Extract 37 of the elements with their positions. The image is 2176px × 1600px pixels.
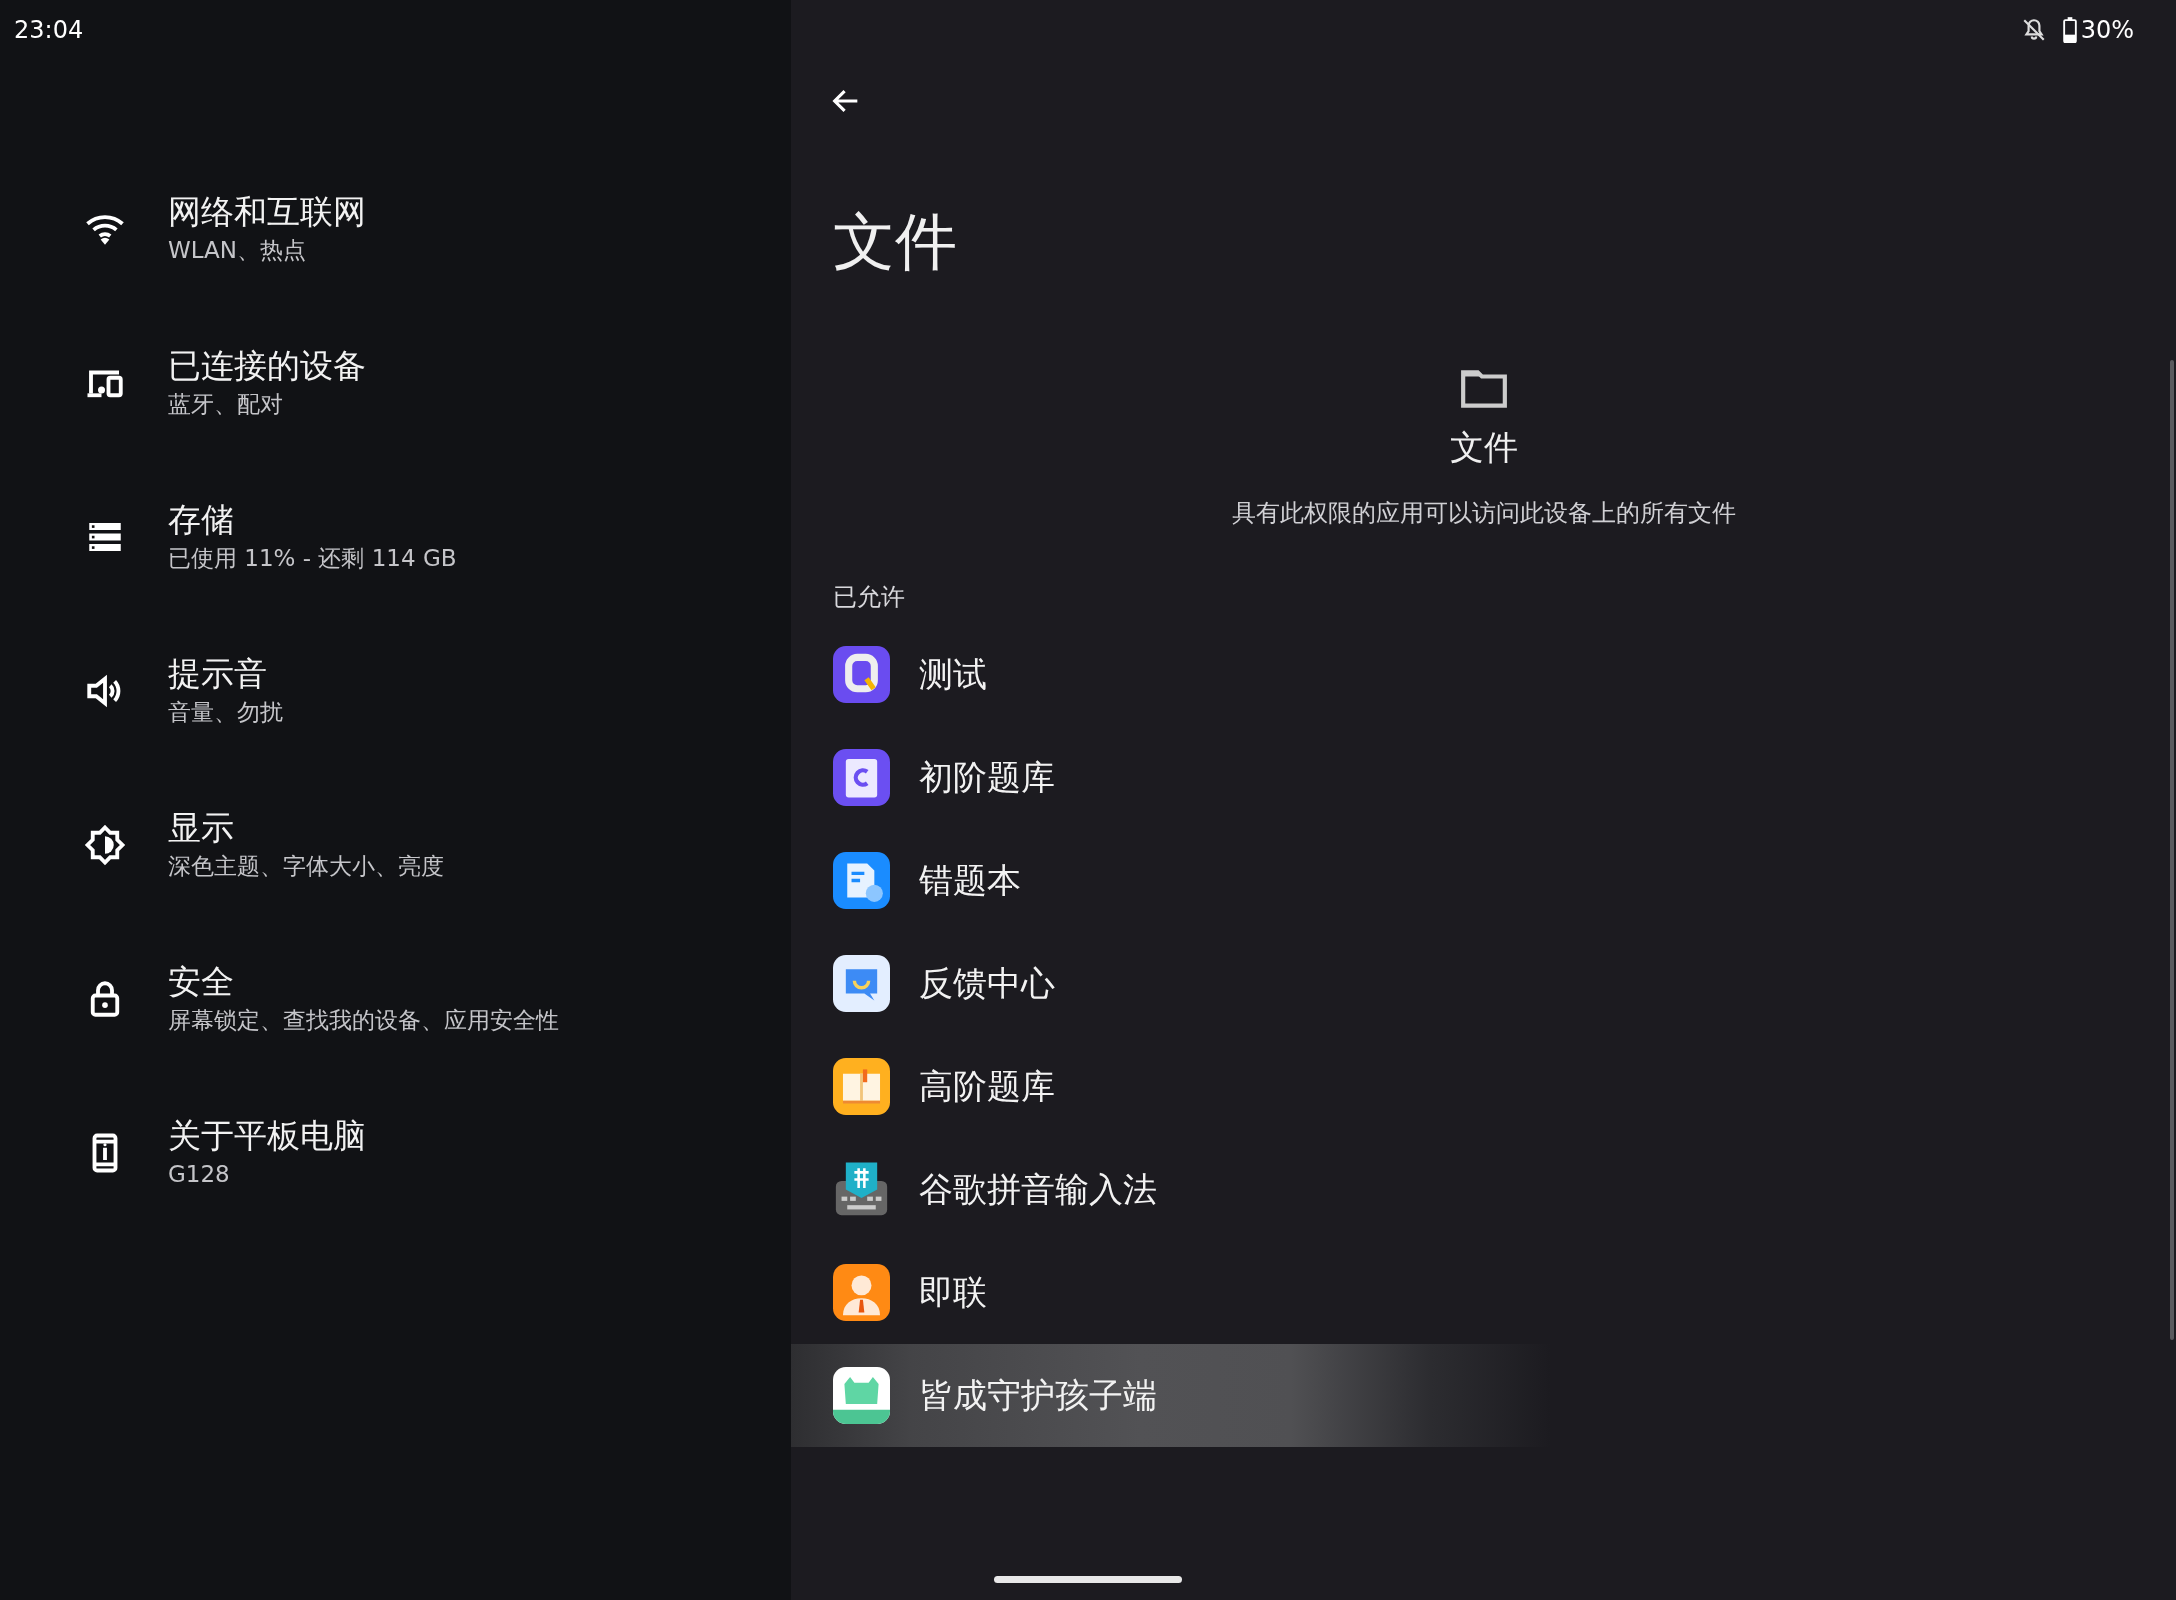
settings-title: 存储	[168, 499, 235, 540]
settings-title: 关于平板电脑	[168, 1115, 366, 1156]
settings-title: 安全	[168, 961, 235, 1002]
app-icon	[833, 1264, 890, 1322]
settings-title: 显示	[168, 807, 235, 848]
settings-item[interactable]: 关于平板电脑 G128	[0, 1076, 791, 1230]
page-title: 文件	[833, 208, 958, 277]
battery-icon	[2062, 17, 2077, 43]
settings-subtitle: 已使用 11% - 还剩 114 GB	[168, 544, 457, 574]
settings-item[interactable]: 已连接的设备 蓝牙、配对	[0, 306, 791, 460]
settings-subtitle: 屏幕锁定、查找我的设备、应用安全性	[168, 1006, 559, 1036]
settings-item[interactable]: 显示 深色主题、字体大小、亮度	[0, 768, 791, 922]
settings-item[interactable]: 安全 屏幕锁定、查找我的设备、应用安全性	[0, 922, 791, 1076]
app-icon	[833, 646, 890, 704]
battery-percent: 30%	[2080, 15, 2134, 46]
description: 具有此权限的应用可以访问此设备上的所有文件	[1231, 498, 1736, 530]
settings-item[interactable]: 提示音 音量、勿扰	[0, 614, 791, 768]
settings-subtitle: 音量、勿扰	[168, 698, 283, 728]
app-icon	[833, 1058, 890, 1116]
settings-subtitle: 深色主题、字体大小、亮度	[168, 852, 444, 882]
settings-item[interactable]: 存储 已使用 11% - 还剩 114 GB	[0, 460, 791, 614]
settings-subtitle: 蓝牙、配对	[168, 390, 284, 420]
settings-title: 提示音	[168, 653, 268, 694]
app-icon	[833, 1367, 890, 1425]
settings-title: 已连接的设备	[168, 345, 366, 386]
header-label: 文件	[1449, 426, 1518, 470]
settings-subtitle: WLAN、热点	[168, 236, 308, 266]
settings-subtitle: G128	[168, 1160, 231, 1190]
section-header: 已允许	[833, 582, 906, 614]
folder-icon	[1458, 368, 1509, 411]
settings-title: 网络和互联网	[168, 191, 366, 232]
settings-item[interactable]: 网络和互联网 WLAN、热点	[0, 152, 791, 306]
status-time: 23:04	[14, 15, 84, 46]
app-icon	[833, 955, 890, 1013]
app-icon	[833, 749, 890, 807]
app-icon	[833, 852, 890, 910]
brightness-icon	[84, 824, 126, 866]
